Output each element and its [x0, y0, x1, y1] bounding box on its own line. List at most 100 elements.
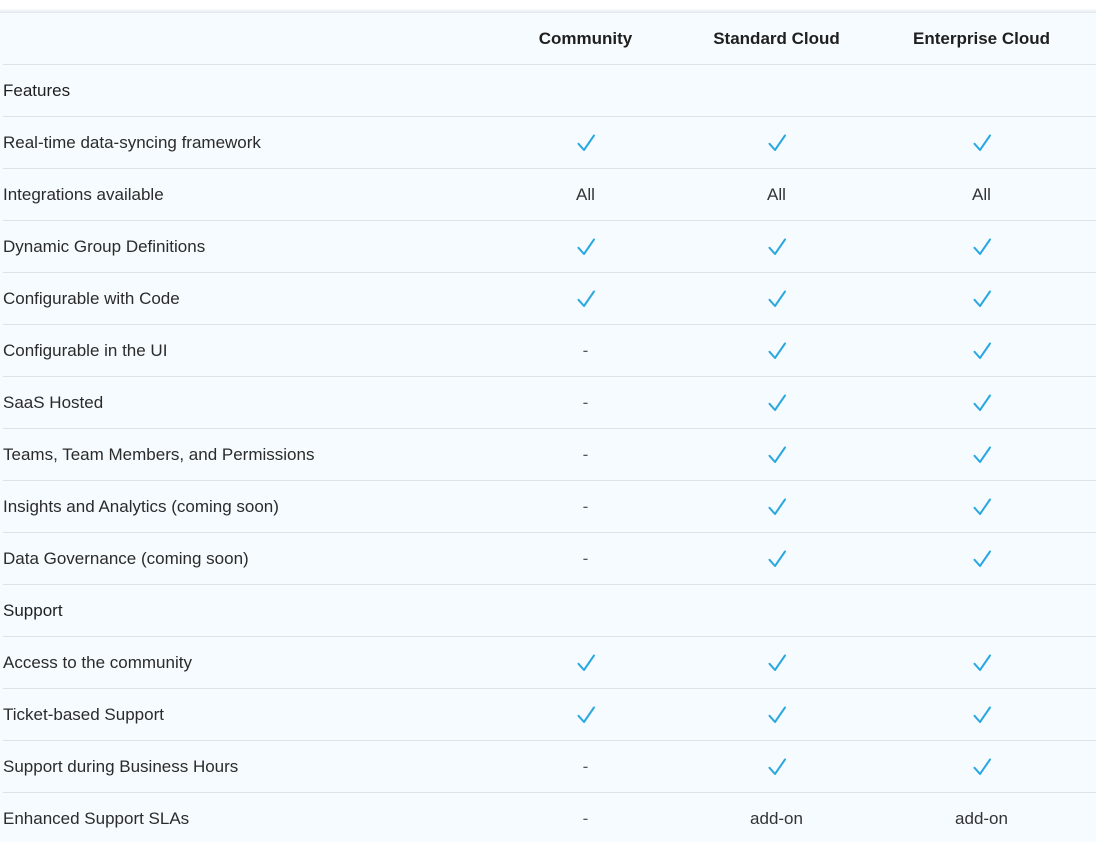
- not-available-dash: -: [582, 496, 589, 516]
- cell-enterprise-cloud: [867, 324, 1096, 377]
- cell-enterprise-cloud: [867, 480, 1096, 533]
- feature-label: SaaS Hosted: [3, 376, 485, 429]
- cell-community: -: [485, 740, 686, 793]
- check-icon: [972, 549, 992, 569]
- not-available-dash: -: [582, 340, 589, 360]
- column-header-standard-cloud: Standard Cloud: [686, 13, 867, 65]
- not-available-dash: -: [582, 548, 589, 568]
- table-row: Configurable in the UI -: [3, 324, 1096, 377]
- table-body: Features Real-time data-syncing framework…: [3, 64, 1096, 842]
- not-available-dash: -: [582, 808, 589, 828]
- cell-community: All: [485, 168, 686, 221]
- cell-community: -: [485, 376, 686, 429]
- table-row: Access to the community: [3, 636, 1096, 689]
- table-row: Enhanced Support SLAs - add-on add-on: [3, 793, 1096, 842]
- table-row: Real-time data-syncing framework: [3, 116, 1096, 169]
- plan-comparison-table: Community Standard Cloud Enterprise Clou…: [3, 13, 1096, 842]
- cell-enterprise-cloud: [867, 532, 1096, 585]
- cell-community: -: [485, 480, 686, 533]
- cell-enterprise-cloud: [867, 116, 1096, 169]
- cell-community: [485, 688, 686, 741]
- cell-enterprise-cloud: [867, 428, 1096, 481]
- feature-label: Teams, Team Members, and Permissions: [3, 428, 485, 481]
- check-icon: [576, 705, 596, 725]
- column-header-community: Community: [485, 13, 686, 65]
- feature-label: Integrations available: [3, 168, 485, 221]
- cell-community: [485, 636, 686, 689]
- cell-community: [485, 272, 686, 325]
- cell-enterprise-cloud: [867, 272, 1096, 325]
- cell-value: add-on: [955, 808, 1008, 828]
- check-icon: [576, 289, 596, 309]
- table-header-row: Community Standard Cloud Enterprise Clou…: [3, 13, 1096, 65]
- cell-standard-cloud: [686, 324, 867, 377]
- check-icon: [972, 133, 992, 153]
- cell-standard-cloud: [686, 532, 867, 585]
- check-icon: [576, 237, 596, 257]
- feature-label: Configurable with Code: [3, 272, 485, 325]
- not-available-dash: -: [582, 392, 589, 412]
- table-row: SaaS Hosted -: [3, 376, 1096, 429]
- feature-label: Configurable in the UI: [3, 324, 485, 377]
- feature-label: Access to the community: [3, 636, 485, 689]
- cell-standard-cloud: All: [686, 168, 867, 221]
- header-blank-cell: [3, 13, 485, 65]
- check-icon: [972, 393, 992, 413]
- pricing-comparison-page: Community Standard Cloud Enterprise Clou…: [0, 0, 1096, 842]
- table-row: Dynamic Group Definitions: [3, 220, 1096, 273]
- check-icon: [972, 705, 992, 725]
- check-icon: [972, 757, 992, 777]
- section-title: Support: [3, 584, 1096, 637]
- table-row: Integrations available All All All: [3, 168, 1096, 221]
- feature-label: Dynamic Group Definitions: [3, 220, 485, 273]
- cell-standard-cloud: [686, 688, 867, 741]
- section-row-support: Support: [3, 584, 1096, 637]
- check-icon: [972, 289, 992, 309]
- cell-standard-cloud: [686, 116, 867, 169]
- check-icon: [972, 653, 992, 673]
- check-icon: [972, 341, 992, 361]
- check-icon: [576, 133, 596, 153]
- cell-standard-cloud: [686, 636, 867, 689]
- cell-enterprise-cloud: [867, 740, 1096, 793]
- feature-label: Ticket-based Support: [3, 688, 485, 741]
- check-icon: [767, 341, 787, 361]
- feature-label: Enhanced Support SLAs: [3, 808, 190, 828]
- table-row: Support during Business Hours -: [3, 740, 1096, 793]
- check-icon: [767, 549, 787, 569]
- cell-value: All: [767, 184, 786, 204]
- cell-enterprise-cloud: [867, 376, 1096, 429]
- section-row-features: Features: [3, 64, 1096, 117]
- feature-label: Support during Business Hours: [3, 740, 485, 793]
- cell-standard-cloud: [686, 376, 867, 429]
- cell-enterprise-cloud: [867, 220, 1096, 273]
- table-row: Data Governance (coming soon) -: [3, 532, 1096, 585]
- cell-value: add-on: [750, 808, 803, 828]
- cell-community: -: [485, 324, 686, 377]
- cell-community: -: [485, 532, 686, 585]
- check-icon: [767, 653, 787, 673]
- cell-standard-cloud: [686, 272, 867, 325]
- cell-enterprise-cloud: [867, 688, 1096, 741]
- feature-label: Data Governance (coming soon): [3, 532, 485, 585]
- check-icon: [972, 497, 992, 517]
- cell-enterprise-cloud: All: [867, 168, 1096, 221]
- column-header-enterprise-cloud: Enterprise Cloud: [867, 13, 1096, 65]
- cell-standard-cloud: [686, 428, 867, 481]
- cell-value: All: [972, 184, 991, 204]
- feature-label: Insights and Analytics (coming soon): [3, 480, 485, 533]
- check-icon: [767, 133, 787, 153]
- check-icon: [767, 289, 787, 309]
- check-icon: [576, 653, 596, 673]
- cell-standard-cloud: add-on: [686, 793, 867, 842]
- cell-community: -: [485, 428, 686, 481]
- table-row: Insights and Analytics (coming soon) -: [3, 480, 1096, 533]
- cell-community: [485, 220, 686, 273]
- cell-enterprise-cloud: add-on: [867, 793, 1096, 842]
- check-icon: [767, 497, 787, 517]
- cell-value: All: [576, 184, 595, 204]
- check-icon: [767, 237, 787, 257]
- cell-standard-cloud: [686, 220, 867, 273]
- cell-standard-cloud: [686, 480, 867, 533]
- cell-community: [485, 116, 686, 169]
